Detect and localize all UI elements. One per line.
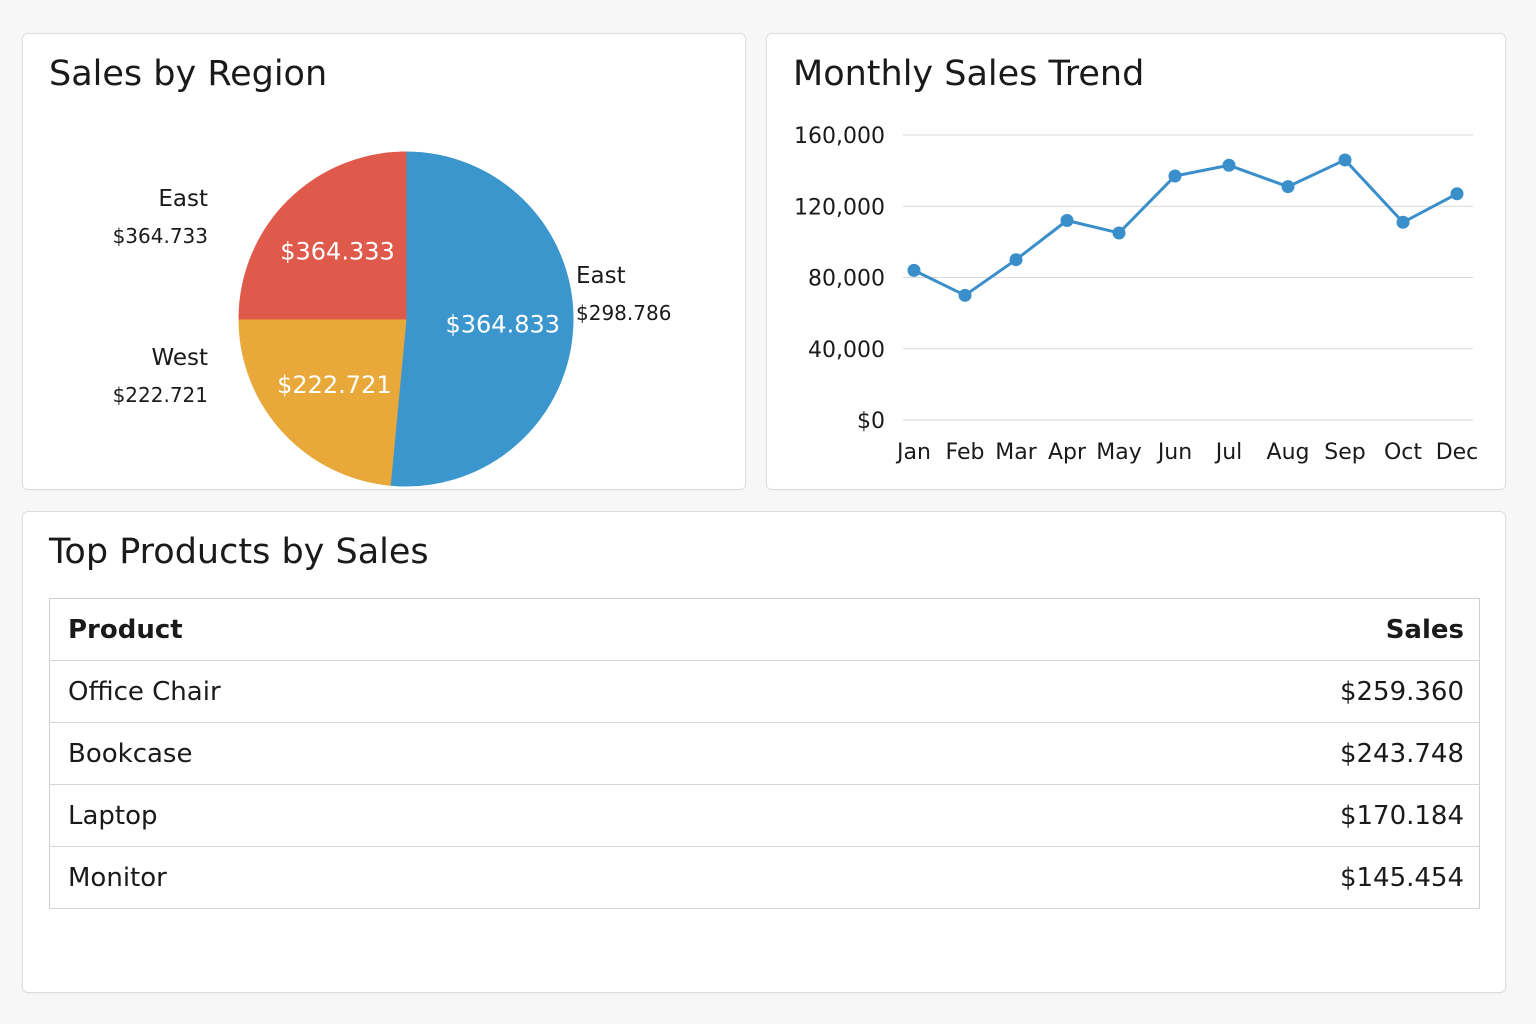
table-row[interactable]: Laptop $170.184 [49,784,1480,847]
pie-region-value-label: $222.721 [113,383,208,407]
pie-region-value-label: $298.786 [576,301,671,325]
products-card-title: Top Products by Sales [49,532,429,572]
data-point[interactable] [1168,169,1182,183]
data-point[interactable] [958,288,972,302]
sales-by-region-card: Sales by Region $364.833 East $298.786 $222… [22,33,746,490]
product-name: Monitor [49,846,824,909]
region-pie-chart: $364.833 East $298.786 $222.721 West $222.721… [113,151,671,487]
data-point[interactable] [1450,187,1464,201]
product-sales: $259.360 [823,660,1480,723]
data-point[interactable] [1338,153,1352,167]
x-tick-label: Jan [895,440,931,465]
pie-slice-value-label: $222.721 [277,371,392,399]
product-name: Bookcase [49,722,824,785]
pie-slice-west[interactable] [238,318,407,486]
top-products-card: Top Products by Sales Product Sales Offi… [22,511,1506,993]
x-tick-label: Mar [995,440,1037,465]
products-table: Product Sales Office Chair $259.360 Book… [49,598,1480,909]
product-name: Laptop [49,784,824,847]
product-name: Office Chair [49,660,824,723]
y-tick-label: 40,000 [808,338,885,363]
pie-slice-value-label: $364.333 [280,238,395,266]
pie-region-label: East [158,186,208,212]
x-tick-label: Oct [1384,440,1422,465]
data-point[interactable] [1396,215,1410,229]
data-point[interactable] [1112,226,1126,240]
series-line [913,158,1458,297]
pie-region-label: East [576,263,626,289]
x-tick-label: Jun [1156,440,1192,465]
product-sales: $170.184 [823,784,1480,847]
product-sales: $145.454 [823,846,1480,909]
x-tick-label: Feb [946,440,985,465]
data-point[interactable] [1060,214,1074,227]
y-tick-label: 160,000 [794,124,885,149]
column-header-sales[interactable]: Sales [823,598,1480,661]
data-point[interactable] [1222,158,1236,172]
pie-region-value-label: $364.733 [113,224,208,248]
pie-slice-east[interactable] [238,151,407,320]
x-tick-label: Sep [1324,440,1365,465]
table-header-row: Product Sales [49,598,1480,661]
x-tick-label: Aug [1267,440,1310,465]
table-row[interactable]: Office Chair $259.360 [49,660,1480,723]
data-point[interactable] [1281,180,1295,194]
y-tick-label: 120,000 [794,195,885,220]
y-tick-label: 80,000 [808,267,885,292]
table-row[interactable]: Monitor $145.454 [49,846,1480,909]
x-tick-label: Apr [1048,440,1087,465]
data-point[interactable] [1009,253,1023,267]
x-tick-label: Jul [1214,440,1243,465]
pie-slice-value-label: $364.833 [445,311,560,339]
product-sales: $243.748 [823,722,1480,785]
pie-region-label: West [151,345,208,371]
monthly-sales-line-chart: $0 40,000 80,000 120,000 160,000 Jan Feb Mar Apr… [794,124,1479,465]
data-point[interactable] [907,263,921,277]
table-row[interactable]: Bookcase $243.748 [49,722,1480,785]
column-header-product[interactable]: Product [49,598,824,661]
y-tick-label: $0 [857,409,885,434]
x-tick-label: Dec [1436,440,1479,465]
monthly-sales-trend-card: Monthly Sales Trend $0 40,000 80,000 120,00… [766,33,1506,490]
x-tick-label: May [1096,440,1141,465]
